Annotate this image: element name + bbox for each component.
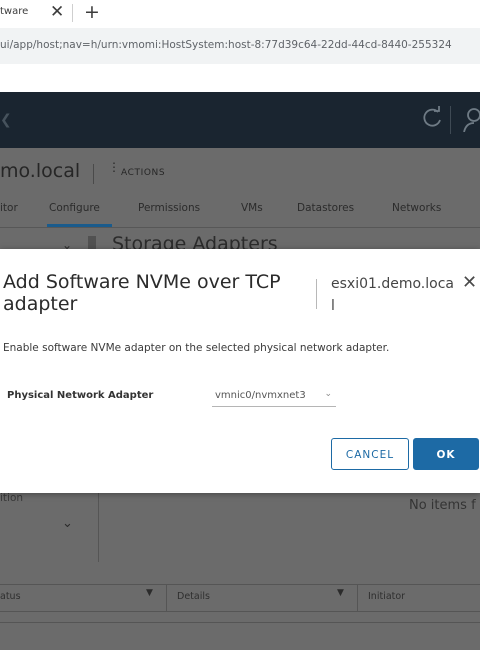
dialog-title-divider: [316, 279, 317, 309]
panel-divider: [98, 492, 99, 562]
empty-state-text: No items f: [409, 498, 476, 513]
user-icon[interactable]: [462, 106, 480, 132]
chevron-down-icon[interactable]: ⌄: [324, 389, 332, 399]
column-separator[interactable]: [357, 585, 358, 611]
select-value: vmnic0/nvmxnet3: [215, 390, 306, 401]
app-header: ❮: [0, 92, 480, 148]
tab-configure[interactable]: Configure: [49, 202, 100, 214]
physical-network-adapter-select[interactable]: vmnic0/nvmxnet3 ⌄: [212, 386, 336, 407]
browser-toolbar-gap: [0, 64, 480, 92]
dialog-description: Enable software NVMe adapter on the sele…: [3, 342, 390, 354]
browser-tab-title[interactable]: tware: [0, 6, 28, 17]
page: tware ✕ + ui/app/host;nav=h/urn:vmomi:Ho…: [0, 0, 480, 650]
dialog-host-name: esxi01.demo.local: [331, 276, 454, 314]
add-nvme-adapter-dialog: Add Software NVMe over TCP adapter esxi0…: [0, 249, 480, 493]
physical-network-adapter-label: Physical Network Adapter: [7, 390, 154, 401]
column-header-initiator[interactable]: Initiator: [368, 591, 405, 602]
host-title: mo.local: [0, 160, 81, 182]
tab-permissions[interactable]: Permissions: [138, 202, 200, 214]
close-icon[interactable]: ✕: [462, 273, 477, 293]
actions-menu-button[interactable]: ACTIONS: [121, 168, 165, 178]
new-tab-icon[interactable]: +: [84, 0, 100, 24]
column-header-status[interactable]: atus: [0, 591, 21, 602]
tree-label: ition: [0, 492, 24, 504]
header-divider: [450, 106, 451, 134]
table-header: atus ▼ Details ▼ Initiator: [0, 584, 480, 612]
ok-button[interactable]: OK: [413, 438, 479, 470]
browser-tab-bar: tware ✕ +: [0, 0, 480, 29]
tab-bar-divider: [0, 227, 480, 228]
table-bottom-border: [0, 622, 480, 623]
column-header-details[interactable]: Details: [177, 591, 210, 602]
tab-separator: [72, 4, 73, 22]
filter-icon[interactable]: ▼: [146, 588, 153, 598]
title-divider: [93, 164, 94, 184]
tab-vms[interactable]: VMs: [241, 202, 263, 214]
address-bar[interactable]: ui/app/host;nav=h/urn:vmomi:HostSystem:h…: [0, 28, 480, 64]
refresh-icon[interactable]: [421, 106, 443, 130]
chevron-left-icon[interactable]: ❮: [0, 112, 12, 128]
column-separator[interactable]: [166, 585, 167, 611]
tab-datastores[interactable]: Datastores: [297, 202, 354, 214]
cancel-button[interactable]: CANCEL: [331, 438, 409, 470]
tab-monitor[interactable]: itor: [0, 202, 18, 214]
address-url[interactable]: ui/app/host;nav=h/urn:vmomi:HostSystem:h…: [0, 39, 452, 51]
chevron-down-icon[interactable]: ⌄: [62, 516, 73, 531]
close-tab-icon[interactable]: ✕: [50, 2, 64, 22]
filter-icon[interactable]: ▼: [337, 588, 344, 598]
dialog-title: Add Software NVMe over TCP adapter: [3, 271, 281, 315]
actions-dots-icon[interactable]: ⋮: [108, 161, 120, 173]
tab-networks[interactable]: Networks: [392, 202, 441, 214]
